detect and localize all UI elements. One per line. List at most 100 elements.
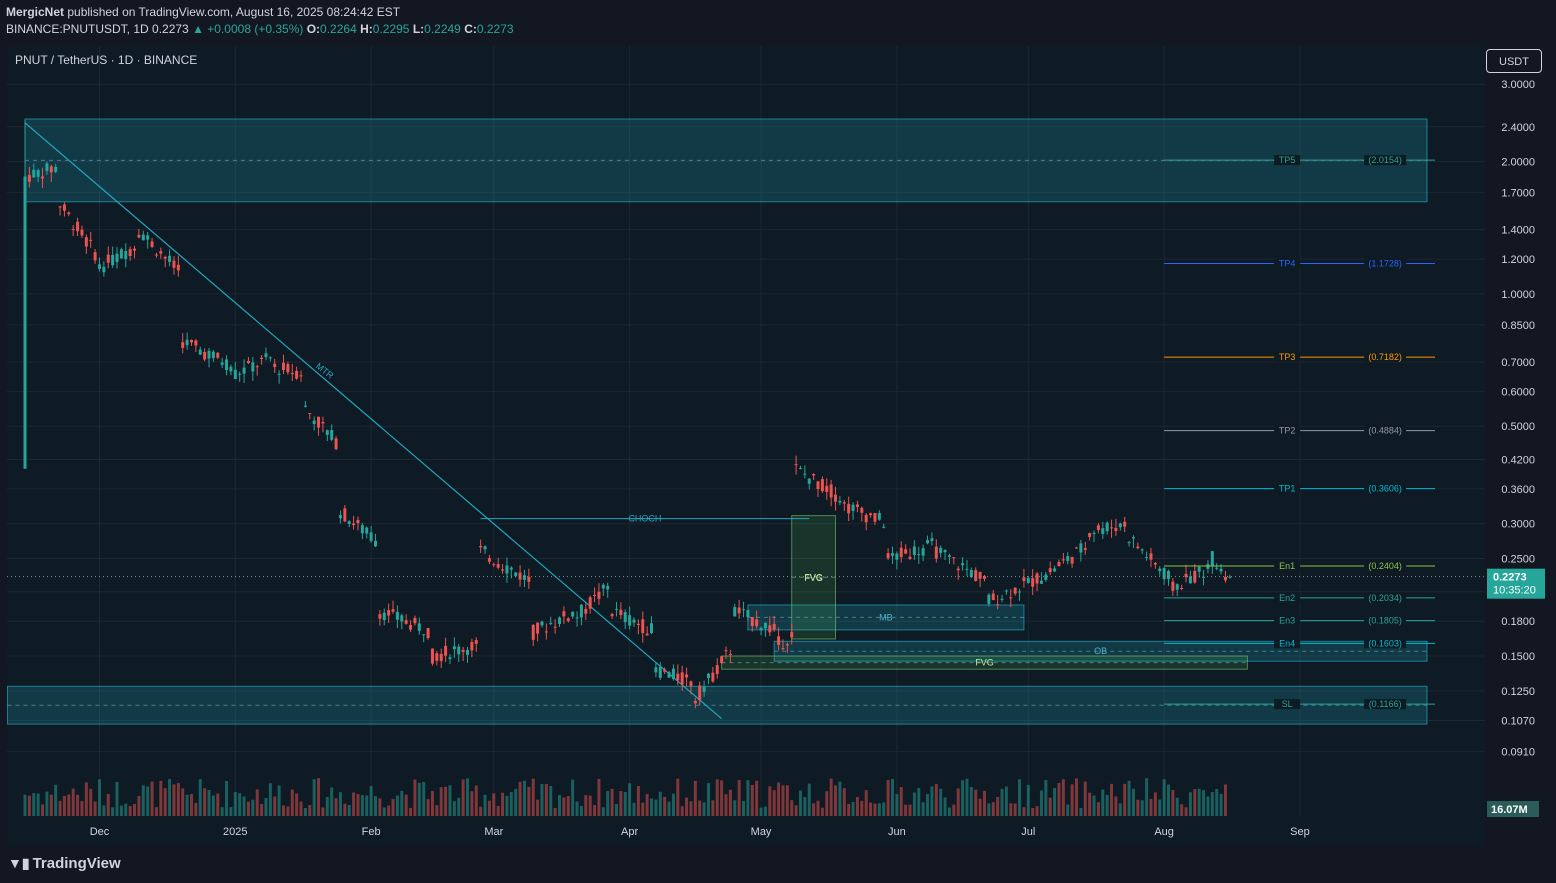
volume-bar — [281, 805, 285, 816]
candle-body — [650, 623, 654, 634]
candle-body — [1035, 573, 1039, 584]
last-price: 0.2273 — [152, 22, 189, 36]
candle-body — [452, 646, 456, 650]
volume-bar — [855, 797, 859, 816]
volume-bar — [785, 785, 789, 816]
candle-body — [1061, 559, 1065, 561]
candle-body — [36, 170, 40, 177]
volume-bar — [308, 805, 312, 816]
candle-body — [1031, 578, 1035, 587]
volume-bar — [111, 807, 115, 816]
candle-body — [124, 251, 128, 260]
candle-body — [1206, 564, 1210, 569]
volume-bar — [768, 786, 772, 816]
y-tick-label: 0.8500 — [1501, 320, 1535, 332]
candle-body — [536, 622, 540, 634]
candle-body — [514, 572, 518, 577]
volume-bar — [816, 800, 820, 816]
volume-bar — [185, 794, 189, 816]
ohlc-line: BINANCE:PNUTUSDT, 1D 0.2273 ▲ +0.0008 (+… — [6, 21, 514, 37]
candle-body — [952, 557, 956, 559]
tradingview-brand[interactable]: ▼▮ TradingView — [8, 855, 121, 872]
publish-date: published on TradingView.com, August 16,… — [67, 5, 401, 19]
candle-body — [855, 504, 859, 507]
volume-bar — [80, 800, 84, 816]
candle-body — [1070, 556, 1074, 564]
candle-body — [133, 248, 137, 251]
y-tick-label: 0.7000 — [1501, 357, 1535, 369]
x-tick-label: Dec — [90, 826, 110, 838]
candle-body — [768, 625, 772, 633]
candle-body — [338, 515, 342, 519]
candle-body — [588, 597, 592, 609]
volume-bar — [27, 795, 31, 816]
y-tick-label: 0.1800 — [1501, 616, 1535, 628]
zone-box — [7, 685, 1428, 725]
candle-body — [343, 508, 347, 522]
candle-body — [965, 568, 969, 570]
volume-bar — [974, 789, 978, 816]
x-tick-label: Jul — [1021, 826, 1035, 838]
candle-body — [742, 609, 746, 611]
candle-body — [724, 650, 728, 652]
volume-bar — [317, 778, 321, 816]
volume-bar — [834, 785, 838, 816]
volume-bar — [277, 785, 281, 816]
candle-body — [474, 640, 478, 644]
volume-bar — [934, 784, 938, 816]
volume-bar — [610, 788, 614, 816]
volume-bar — [632, 802, 636, 816]
y-tick-label: 1.4000 — [1501, 225, 1535, 237]
volume-bar — [746, 780, 750, 816]
candle-body — [921, 548, 925, 556]
level-value: (0.3606) — [1368, 484, 1402, 494]
volume-bar — [295, 793, 299, 816]
volume-bar — [1158, 799, 1162, 816]
level-value: (2.0154) — [1368, 155, 1402, 165]
volume-bar — [1197, 788, 1201, 816]
volume-bar — [229, 807, 233, 816]
volume-bar — [1114, 796, 1118, 816]
candle-body — [619, 609, 623, 616]
volume-bar — [978, 798, 982, 816]
volume-bar — [1083, 781, 1087, 816]
volume-bar — [225, 780, 229, 816]
volume-bar — [593, 805, 597, 816]
candle-body — [1136, 546, 1140, 549]
volume-bar — [115, 781, 119, 816]
candle-body — [1026, 577, 1030, 583]
candle-body — [360, 525, 364, 534]
candle-body — [562, 611, 566, 617]
candle-body — [347, 521, 351, 525]
candle-body — [255, 366, 259, 368]
candle-body — [558, 617, 562, 624]
candle-body — [32, 169, 36, 178]
volume-bar — [457, 797, 461, 816]
volume-bar — [544, 783, 548, 816]
volume-bar — [426, 799, 430, 816]
volume-bar — [338, 792, 342, 816]
volume-bar — [369, 786, 373, 816]
candle-body — [1004, 590, 1008, 592]
currency-button[interactable]: USDT — [1486, 49, 1542, 73]
author-name[interactable]: MergicNet — [6, 5, 64, 19]
candle-body — [1075, 547, 1078, 549]
volume-bar — [720, 780, 724, 816]
candle-body — [838, 500, 842, 503]
candle-body — [168, 255, 172, 262]
candle-body — [790, 632, 794, 638]
candle-body — [1101, 528, 1105, 534]
candle-body — [895, 553, 899, 560]
candle-body — [834, 494, 838, 502]
candle-body — [1127, 542, 1131, 544]
volume-bar — [1075, 778, 1078, 816]
candle-body — [746, 609, 750, 618]
volume-bar — [1131, 788, 1135, 816]
price-chart[interactable]: 3.0000 2.4000 2.0000 1.7000 1.4000 1.2000 1.00… — [7, 46, 1549, 846]
volume-bar — [203, 788, 207, 816]
candle-body — [137, 234, 141, 238]
volume-bar — [763, 806, 767, 816]
candle-body — [996, 604, 1000, 606]
candle-body — [1228, 576, 1232, 578]
volume-bar — [137, 795, 141, 816]
